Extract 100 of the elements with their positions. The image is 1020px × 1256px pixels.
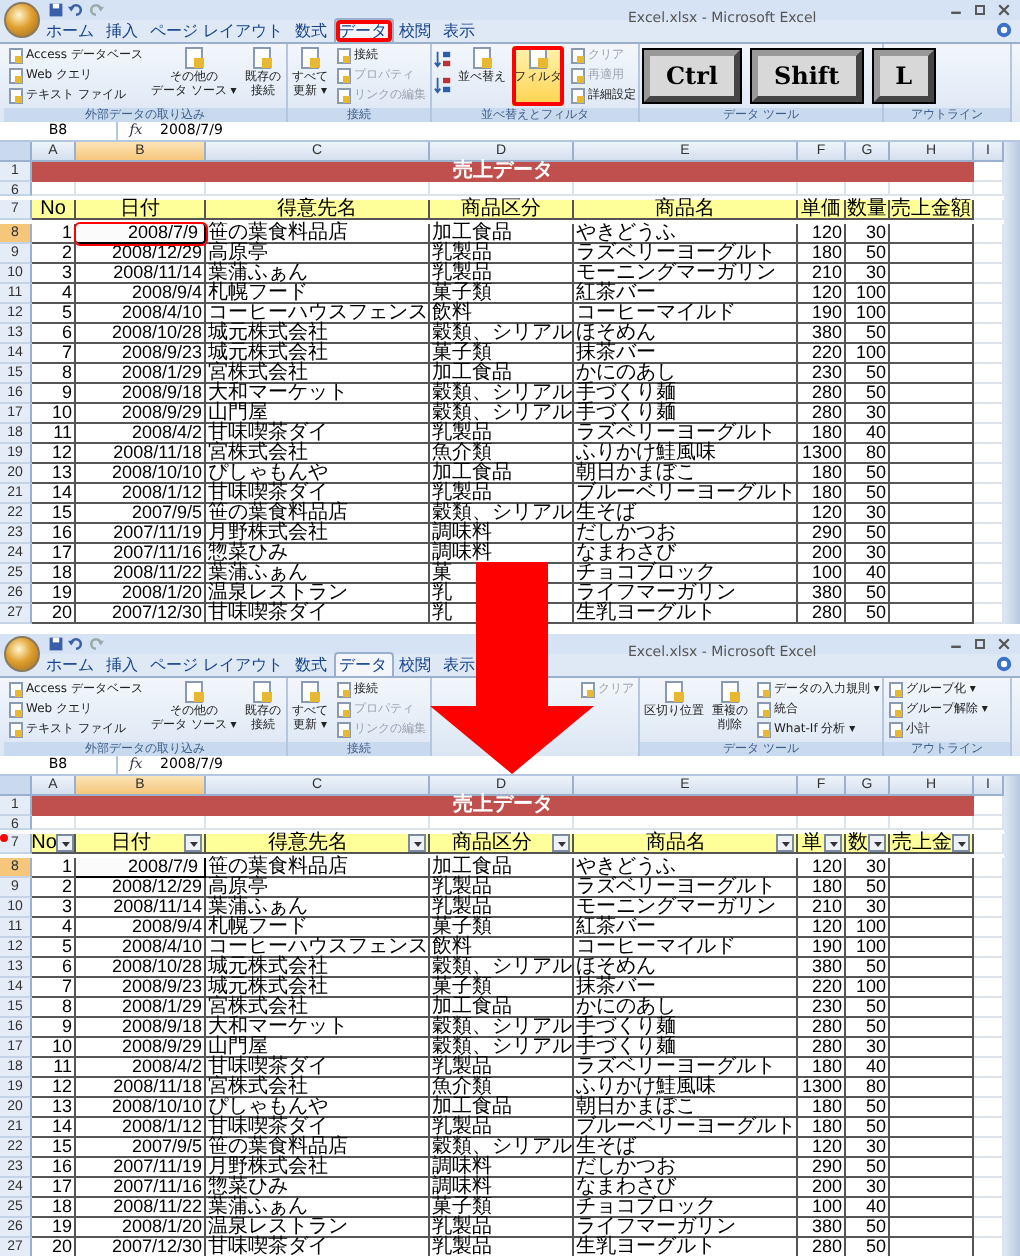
table-cell: 12 xyxy=(32,444,76,464)
help-icon[interactable] xyxy=(996,656,1012,672)
table-cell: 2 xyxy=(32,244,76,264)
table-cell: 乳製品 xyxy=(430,1238,574,1256)
table-cell xyxy=(890,324,974,344)
filter-button[interactable] xyxy=(408,834,426,852)
ribbon-tab[interactable]: 数式 xyxy=(289,18,334,42)
ribbon-tab[interactable]: ホーム xyxy=(40,18,100,42)
maximize-icon[interactable] xyxy=(972,636,988,652)
caret-icon xyxy=(187,837,199,849)
table-cell: 甘味喫茶ダイ xyxy=(206,1118,430,1138)
table-cell: 2008/11/18 xyxy=(76,1078,206,1098)
ribbon-tab[interactable]: 表示 xyxy=(437,18,482,42)
table-cell: かにのあし xyxy=(574,364,798,384)
table-cell: 50 xyxy=(846,958,890,978)
table-cell: 2008/11/14 xyxy=(76,264,206,284)
table-cell: 2008/9/23 xyxy=(76,344,206,364)
column-title: 得意先名 xyxy=(266,834,350,852)
table-cell xyxy=(890,384,974,404)
filter-button[interactable] xyxy=(868,834,886,852)
table-cell xyxy=(890,898,974,918)
table-cell: 笹の葉食料品店 xyxy=(206,504,430,524)
filter-button[interactable] xyxy=(776,834,794,852)
help-icon[interactable] xyxy=(996,22,1012,38)
table-cell: 120 xyxy=(798,918,846,938)
office-button[interactable] xyxy=(4,636,40,672)
table-cell: 120 xyxy=(798,284,846,304)
table-cell: 4 xyxy=(32,284,76,304)
ribbon-tab[interactable]: ページ レイアウト xyxy=(144,18,290,42)
table-cell: なまわさび xyxy=(574,544,798,564)
sort-ascending-icon[interactable] xyxy=(434,50,452,68)
undo-icon[interactable] xyxy=(68,2,84,18)
filter-button[interactable] xyxy=(552,834,570,852)
table-cell: 宮株式会社 xyxy=(206,444,430,464)
table-cell: 30 xyxy=(846,544,890,564)
maximize-icon[interactable] xyxy=(972,2,988,18)
table-cell: 30 xyxy=(846,264,890,284)
table-cell: 葉蒲ふぁん xyxy=(206,898,430,918)
table-cell: 7 xyxy=(32,344,76,364)
table-cell: 380 xyxy=(798,958,846,978)
table-cell xyxy=(890,1158,974,1178)
table-cell: 120 xyxy=(798,1138,846,1158)
table-cell: 手づくり麺 xyxy=(574,1018,798,1038)
table-cell: 2008/11/14 xyxy=(76,898,206,918)
table-cell: 城元株式会社 xyxy=(206,958,430,978)
filter-button[interactable] xyxy=(952,834,970,852)
save-icon[interactable] xyxy=(48,2,64,18)
table-cell: 2008/7/9 xyxy=(76,224,206,244)
ribbon-tab[interactable]: ページ レイアウト xyxy=(144,652,290,676)
close-icon[interactable] xyxy=(996,2,1012,18)
close-icon[interactable] xyxy=(996,636,1012,652)
table-cell: 菓子類 xyxy=(430,1198,574,1218)
table-cell: 飲料 xyxy=(430,304,574,324)
table-cell: なまわさび xyxy=(574,1178,798,1198)
table-cell: 朝日かまぼこ xyxy=(574,464,798,484)
table-cell: 飲料 xyxy=(430,938,574,958)
ribbon-tab[interactable]: 挿入 xyxy=(100,652,144,676)
table-cell: 3 xyxy=(32,898,76,918)
table-cell xyxy=(890,464,974,484)
ribbon-tab[interactable]: 校閲 xyxy=(393,652,438,676)
table-cell: 16 xyxy=(32,1158,76,1178)
table-cell: コーヒーハウスフェンス xyxy=(206,938,430,958)
ribbon-tab[interactable]: 数式 xyxy=(289,652,334,676)
table-cell: 穀類、シリアル xyxy=(430,1038,574,1058)
filter-button[interactable] xyxy=(56,834,75,852)
table-cell xyxy=(890,1138,974,1158)
table-cell xyxy=(890,918,974,938)
save-icon[interactable] xyxy=(48,636,64,652)
table-cell: 30 xyxy=(846,898,890,918)
table-cell: 13 xyxy=(32,464,76,484)
table-cell xyxy=(890,504,974,524)
table-cell: 50 xyxy=(846,1158,890,1178)
table-cell: 100 xyxy=(798,1198,846,1218)
sort-descending-icon[interactable] xyxy=(434,76,452,94)
undo-icon[interactable] xyxy=(68,636,84,652)
ribbon-tab[interactable]: データ xyxy=(333,652,394,676)
document-icon xyxy=(756,682,772,698)
table-cell: 乳製品 xyxy=(430,484,574,504)
table-cell: 月野株式会社 xyxy=(206,1158,430,1178)
table-cell: 乳製品 xyxy=(430,1218,574,1238)
table-cell: チョコブロック xyxy=(574,1198,798,1218)
ribbon-tab[interactable]: 校閲 xyxy=(393,18,438,42)
office-button[interactable] xyxy=(4,2,40,38)
filter-button[interactable] xyxy=(184,834,202,852)
table-cell: 50 xyxy=(846,524,890,544)
ribbon-tab[interactable]: 挿入 xyxy=(100,18,144,42)
scrollbar[interactable] xyxy=(1004,776,1020,1256)
table-cell: 紅茶バー xyxy=(574,284,798,304)
table-cell: 20 xyxy=(32,1238,76,1256)
table-cell xyxy=(890,564,974,584)
table-cell: 2008/9/18 xyxy=(76,384,206,404)
scrollbar[interactable] xyxy=(1004,142,1020,624)
ribbon-tab[interactable]: データ xyxy=(333,18,394,42)
table-cell: 30 xyxy=(846,404,890,424)
table-cell: 朝日かまぼこ xyxy=(574,1098,798,1118)
filter-button[interactable] xyxy=(824,834,842,852)
ribbon-tab[interactable]: 表示 xyxy=(437,652,482,676)
ribbon-tab[interactable]: ホーム xyxy=(40,652,100,676)
table-cell: 280 xyxy=(798,1038,846,1058)
table-cell: 2008/1/29 xyxy=(76,364,206,384)
